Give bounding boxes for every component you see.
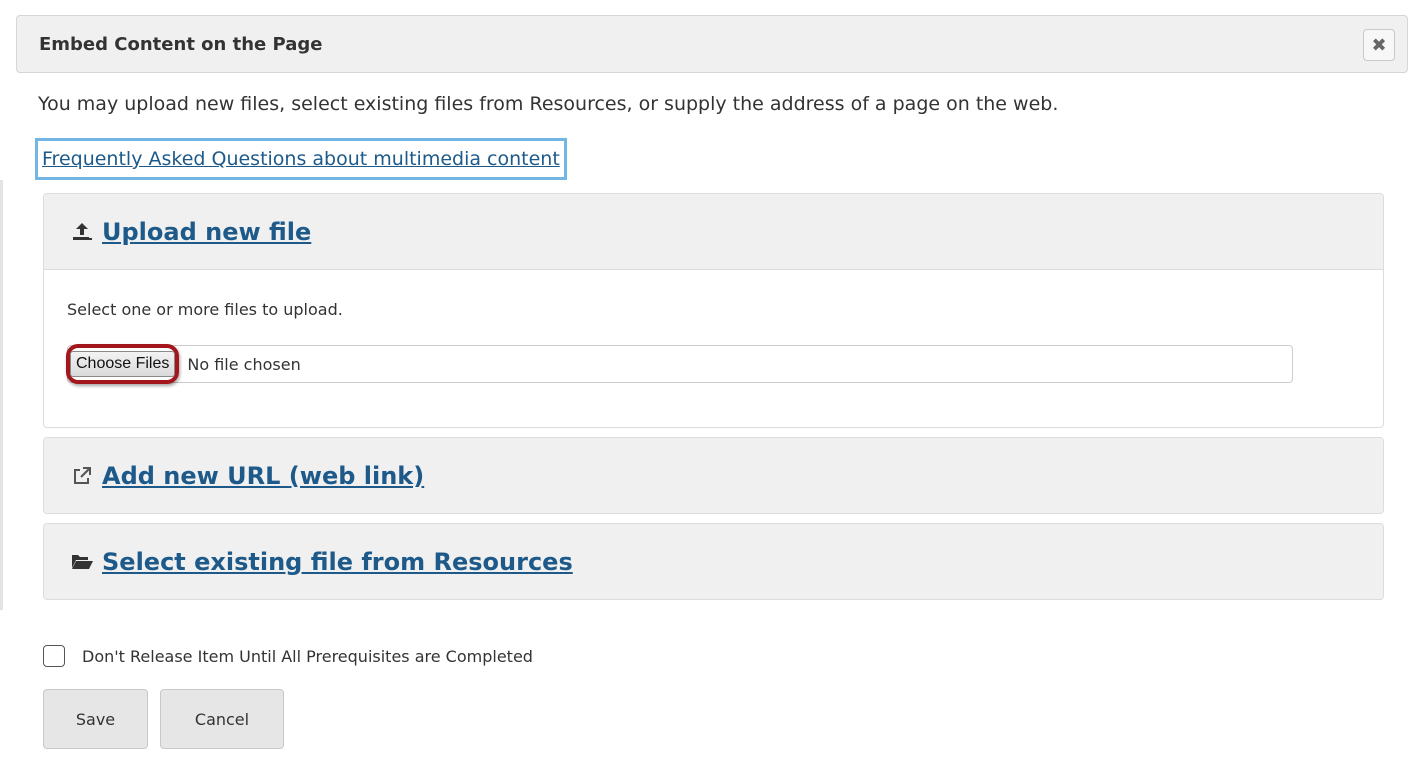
resources-panel-title[interactable]: Select existing file from Resources [102,548,573,576]
faq-link[interactable]: Frequently Asked Questions about multime… [42,148,560,170]
upload-instruction: Select one or more files to upload. [67,300,343,319]
folder-open-icon [70,550,94,574]
close-icon: ✖ [1371,34,1387,56]
choose-files-highlight: Choose Files [66,344,180,384]
cancel-button[interactable]: Cancel [160,689,284,749]
intro-text: You may upload new files, select existin… [38,93,1059,115]
choose-files-button[interactable]: Choose Files [70,351,176,377]
add-url-panel-header[interactable]: Add new URL (web link) [44,438,1383,513]
page-edge-divider [0,180,3,610]
prerequisite-option: Don't Release Item Until All Prerequisit… [43,645,533,667]
embed-content-dialog: Embed Content on the Page ✖ You may uplo… [0,0,1422,771]
close-button[interactable]: ✖ [1363,29,1395,61]
dialog-title: Embed Content on the Page [39,33,323,55]
no-file-status: No file chosen [187,354,301,374]
add-url-panel: Add new URL (web link) [43,437,1384,514]
upload-panel: Upload new file Select one or more files… [43,193,1384,428]
prerequisite-label[interactable]: Don't Release Item Until All Prerequisit… [82,647,533,666]
upload-icon [70,220,94,244]
resources-panel-header[interactable]: Select existing file from Resources [44,524,1383,599]
upload-panel-header[interactable]: Upload new file [44,194,1383,270]
resources-panel: Select existing file from Resources [43,523,1384,600]
file-input[interactable]: Choose Files No file chosen [66,344,1293,384]
upload-panel-title[interactable]: Upload new file [102,218,311,246]
external-link-icon [70,464,94,488]
prerequisite-checkbox[interactable] [43,645,65,667]
add-url-panel-title[interactable]: Add new URL (web link) [102,462,424,490]
dialog-titlebar: Embed Content on the Page ✖ [16,15,1408,73]
faq-link-highlight: Frequently Asked Questions about multime… [35,138,567,180]
save-button[interactable]: Save [43,689,148,749]
upload-panel-body: Select one or more files to upload. [44,270,1383,319]
